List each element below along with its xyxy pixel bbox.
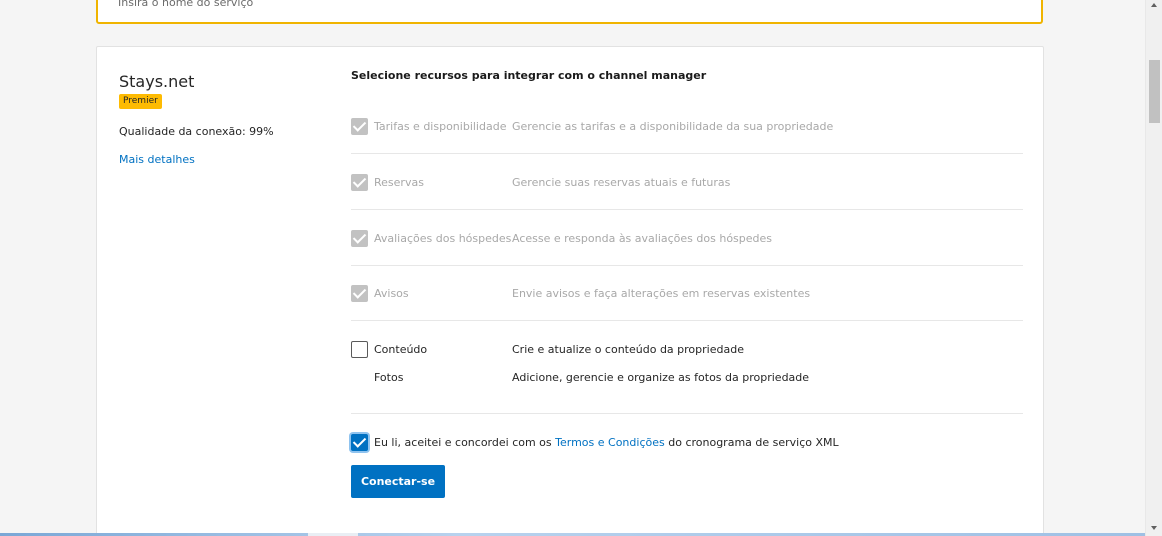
agreement-text: Eu li, aceitei e concordei com os Termos… [374, 436, 839, 449]
scroll-up-icon[interactable] [1151, 3, 1157, 7]
terms-link[interactable]: Termos e Condições [555, 436, 665, 449]
feature-row-reviews: Avaliações dos hóspedes Acesse e respond… [351, 227, 1023, 251]
divider [351, 413, 1023, 414]
feature-row-content[interactable]: Conteúdo Crie e atualize o conteúdo da p… [351, 338, 1023, 362]
agreement-row[interactable]: Eu li, aceitei e concordei com os Termos… [351, 431, 1023, 455]
feature-name: Avisos [374, 287, 409, 300]
checkbox-reviews [351, 230, 368, 247]
feature-name: Avaliações dos hóspedes [374, 232, 512, 245]
feature-row-reservations: Reservas Gerencie suas reservas atuais e… [351, 171, 1023, 195]
feature-description: Envie avisos e faça alterações em reserv… [512, 287, 811, 300]
agreement-suffix: do cronograma de serviço XML [664, 436, 839, 449]
feature-row-photos: Fotos Adicione, gerencie e organize as f… [351, 366, 1023, 390]
connect-button[interactable]: Conectar-se [351, 465, 445, 498]
connection-quality: Qualidade da conexão: 99% [119, 125, 274, 138]
scroll-down-icon[interactable] [1151, 526, 1157, 530]
feature-row-notices: Avisos Envie avisos e faça alterações em… [351, 282, 1023, 306]
feature-name: Reservas [374, 176, 424, 189]
checkbox-content[interactable] [351, 341, 368, 358]
agreement-prefix: Eu li, aceitei e concordei com os [374, 436, 556, 449]
premier-badge: Premier [119, 94, 162, 109]
scroll-thumb[interactable] [1149, 60, 1160, 123]
search-placeholder: Insira o nome do serviço [118, 0, 254, 9]
feature-row-rates: Tarifas e disponibilidade Gerencie as ta… [351, 115, 1023, 139]
feature-description: Gerencie suas reservas atuais e futuras [512, 176, 731, 189]
checkbox-rates [351, 118, 368, 135]
divider [351, 265, 1023, 266]
divider [351, 153, 1023, 154]
feature-description: Adicione, gerencie e organize as fotos d… [512, 371, 810, 384]
feature-name: Fotos [374, 371, 404, 384]
feature-name: Conteúdo [374, 343, 428, 356]
service-search-input[interactable]: Insira o nome do serviço [96, 0, 1043, 24]
more-details-link[interactable]: Mais detalhes [119, 153, 195, 166]
provider-name: Stays.net [119, 72, 195, 91]
checkbox-reservations [351, 174, 368, 191]
feature-name: Tarifas e disponibilidade [374, 120, 507, 133]
features-title: Selecione recursos para integrar com o c… [351, 69, 707, 82]
divider [351, 320, 1023, 321]
agreement-checkbox[interactable] [351, 434, 368, 451]
vertical-scrollbar[interactable] [1145, 0, 1162, 536]
feature-description: Acesse e responda às avaliações dos hósp… [512, 232, 773, 245]
feature-description: Crie e atualize o conteúdo da propriedad… [512, 343, 744, 356]
divider [351, 209, 1023, 210]
provider-card: Stays.net Premier Qualidade da conexão: … [96, 46, 1044, 536]
checkbox-notices [351, 285, 368, 302]
feature-description: Gerencie as tarifas e a disponibilidade … [512, 120, 834, 133]
